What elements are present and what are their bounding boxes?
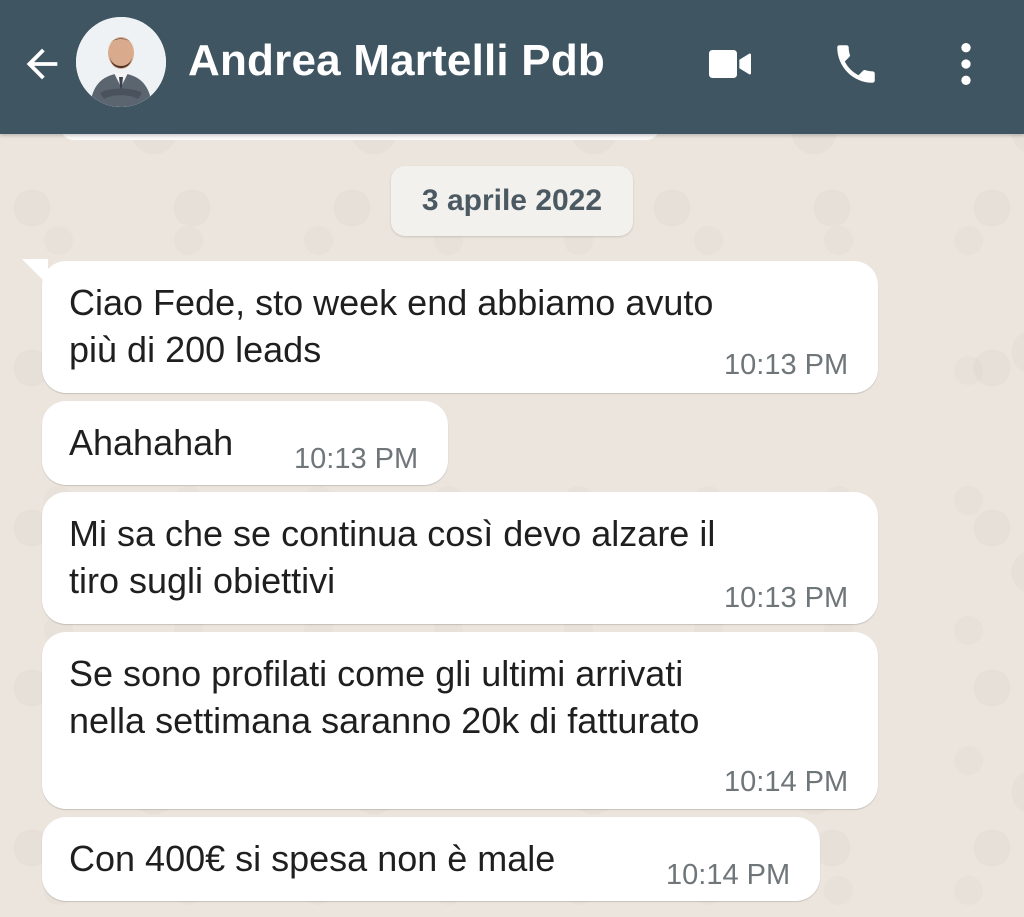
message-text: Con 400€ si spesa non è male <box>69 838 556 879</box>
message-time: 10:14 PM <box>724 766 849 798</box>
video-camera-icon <box>709 50 751 78</box>
voice-call-button[interactable] <box>828 36 884 92</box>
message-time: 10:13 PM <box>724 349 849 381</box>
contact-name[interactable]: Andrea Martelli Pdb <box>188 36 605 86</box>
back-button[interactable] <box>14 36 70 92</box>
video-call-button[interactable] <box>702 36 758 92</box>
date-separator: 3 aprile 2022 <box>391 166 633 236</box>
more-options-button[interactable] <box>938 36 994 92</box>
message-time: 10:13 PM <box>724 582 849 614</box>
arrow-left-icon <box>26 48 58 80</box>
phone-icon <box>837 45 875 83</box>
message-bubble[interactable]: Ciao Fede, sto week end abbiamo avuto pi… <box>42 261 878 393</box>
person-avatar-icon <box>76 17 166 107</box>
message-bubble[interactable]: Mi sa che se continua così devo alzare i… <box>42 492 878 624</box>
message-text: Mi sa che se continua così devo alzare i… <box>69 513 716 601</box>
message-bubble[interactable]: Se sono profilati come gli ultimi arriva… <box>42 632 878 809</box>
message-time: 10:14 PM <box>666 859 791 891</box>
message-text: Ahahahah <box>69 422 234 463</box>
message-time: 10:13 PM <box>294 443 419 475</box>
more-vertical-icon <box>961 43 971 85</box>
message-text: Ciao Fede, sto week end abbiamo avuto pi… <box>69 282 714 370</box>
contact-avatar[interactable] <box>76 17 166 107</box>
message-bubble[interactable]: Ahahahah 10:13 PM <box>42 401 448 485</box>
message-bubble[interactable]: Con 400€ si spesa non è male 10:14 PM <box>42 817 820 901</box>
message-text: Se sono profilati come gli ultimi arriva… <box>69 653 700 741</box>
chat-header: Andrea Martelli Pdb <box>0 0 1024 134</box>
